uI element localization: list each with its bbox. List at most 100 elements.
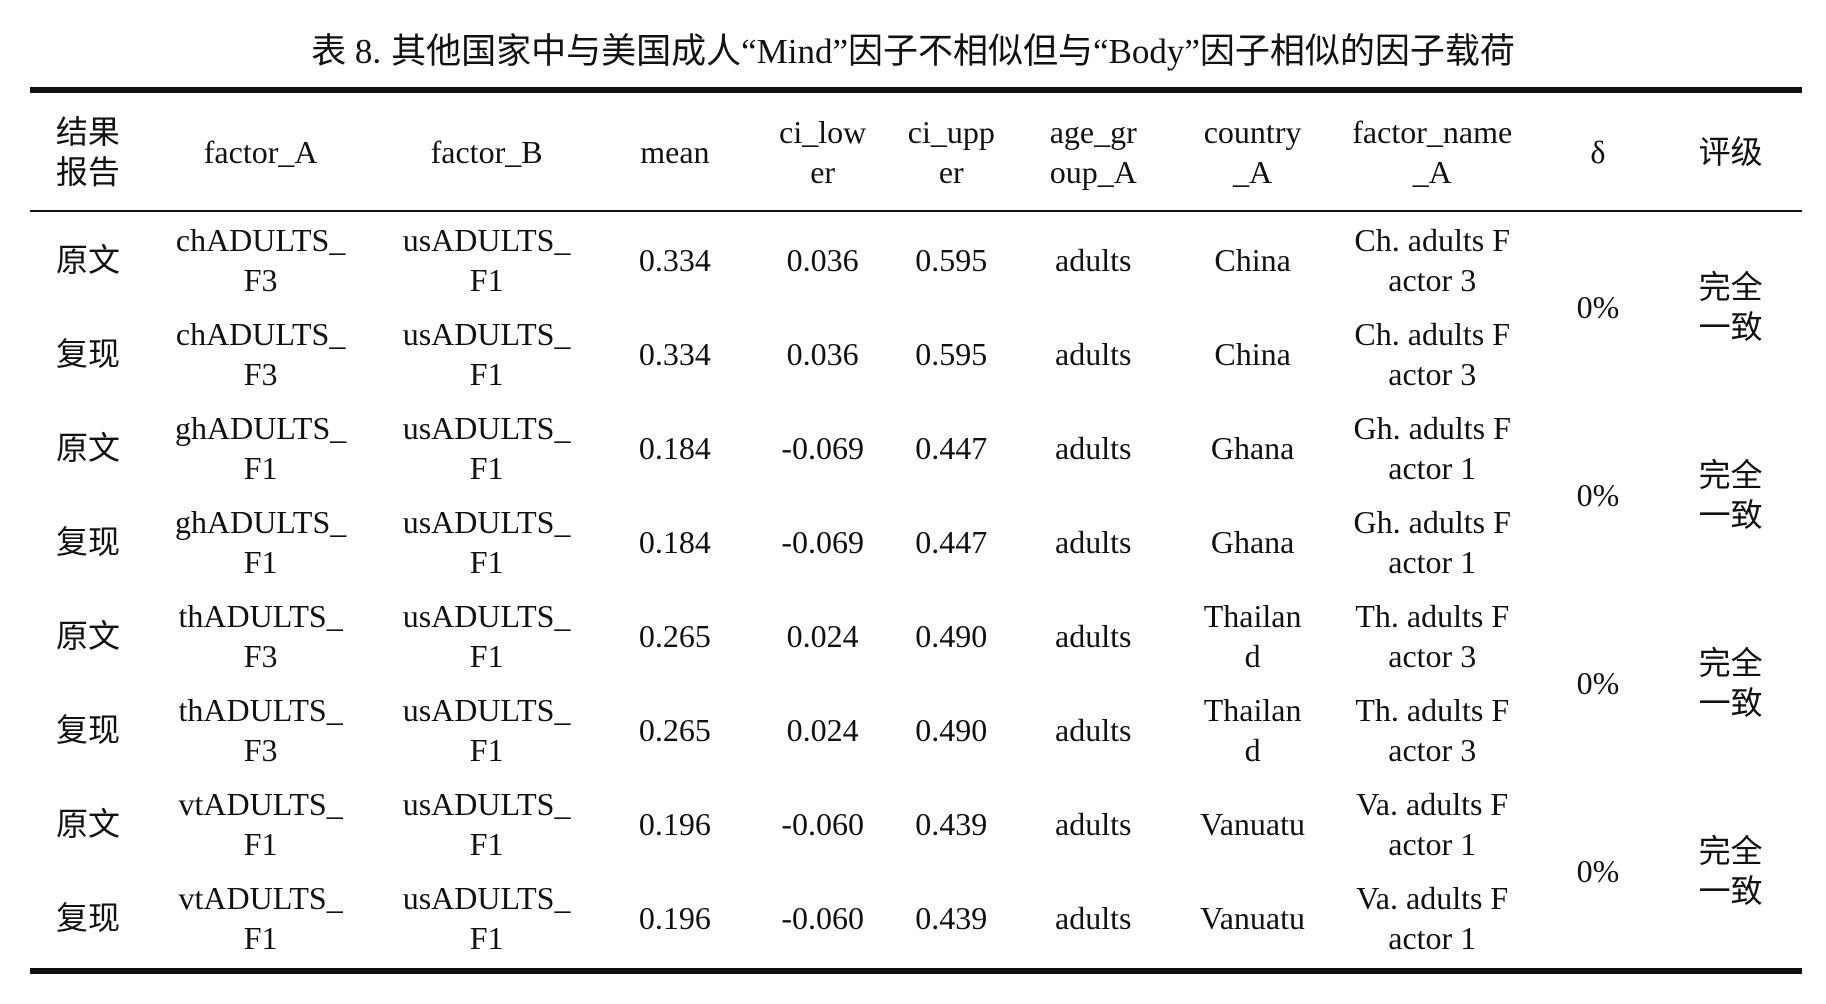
- cell-ci-lower: -0.060: [781, 806, 864, 842]
- col-header-age-group: age_group_A: [1049, 113, 1137, 190]
- cell-delta: 0%: [1576, 289, 1620, 325]
- table-row: 原文 thADULTS_F3 usADULTS_F1 0.265 0.024 0…: [30, 589, 1802, 721]
- cell-ci-upper: 0.595: [915, 336, 988, 372]
- cell-mean: 0.184: [638, 524, 711, 560]
- cell-rating: 完全一致: [1698, 645, 1763, 721]
- cell-factor-a: vtADULTS_F1: [178, 786, 343, 862]
- table-caption: 表 8. 其他国家中与美国成人“Mind”因子不相似但与“Body”因子相似的因子…: [0, 30, 1826, 74]
- cell-ci-upper: 0.490: [915, 618, 988, 654]
- cell-ci-lower: 0.024: [786, 712, 859, 748]
- cell-factor-b: usADULTS_F1: [402, 880, 571, 956]
- col-header-ci-lower: ci_lower: [779, 113, 867, 190]
- cell-report: 复现: [55, 336, 120, 372]
- cell-age-group: adults: [1055, 242, 1132, 278]
- cell-mean: 0.196: [638, 806, 711, 842]
- caption-text: 其他国家中与美国成人“Mind”因子不相似但与“Body”因子相似的因子载荷: [391, 32, 1515, 71]
- table-row: 复现 ghADULTS_F1 usADULTS_F1 0.184 -0.069 …: [30, 495, 1802, 589]
- cell-delta: 0%: [1576, 853, 1620, 889]
- cell-age-group: adults: [1055, 900, 1132, 936]
- cell-age-group: adults: [1055, 618, 1132, 654]
- cell-mean: 0.265: [638, 618, 711, 654]
- cell-rating: 完全一致: [1698, 269, 1763, 345]
- results-table: 结果报告 factor_A factor_B mean ci_lower ci_…: [30, 93, 1802, 965]
- cell-factor-b: usADULTS_F1: [402, 504, 571, 580]
- cell-mean: 0.196: [638, 900, 711, 936]
- cell-report: 原文: [55, 430, 120, 466]
- cell-ci-upper: 0.439: [915, 900, 988, 936]
- cell-country: Vanuatu: [1200, 900, 1306, 936]
- cell-factor-name: Gh. adults Factor 1: [1353, 504, 1511, 580]
- cell-report: 复现: [55, 712, 120, 748]
- col-header-ci-upper: ci_upper: [907, 113, 995, 190]
- cell-delta: 0%: [1576, 477, 1620, 513]
- cell-report: 复现: [55, 524, 120, 560]
- cell-ci-upper: 0.490: [915, 712, 988, 748]
- table-row: 复现 vtADULTS_F1 usADULTS_F1 0.196 -0.060 …: [30, 871, 1802, 965]
- cell-factor-b: usADULTS_F1: [402, 316, 571, 392]
- cell-country: Ghana: [1210, 430, 1295, 466]
- cell-mean: 0.334: [638, 242, 711, 278]
- cell-country: Vanuatu: [1200, 806, 1306, 842]
- cell-factor-a: vtADULTS_F1: [178, 880, 343, 956]
- header-row: 结果报告 factor_A factor_B mean ci_lower ci_…: [30, 93, 1802, 210]
- cell-factor-name: Va. adults Factor 1: [1356, 880, 1509, 956]
- cell-ci-lower: 0.036: [786, 336, 859, 372]
- cell-mean: 0.334: [638, 336, 711, 372]
- cell-factor-name: Gh. adults Factor 1: [1353, 410, 1511, 486]
- cell-factor-name: Ch. adults Factor 3: [1354, 316, 1510, 392]
- cell-factor-b: usADULTS_F1: [402, 692, 571, 768]
- cell-ci-upper: 0.447: [915, 524, 988, 560]
- cell-factor-b: usADULTS_F1: [402, 222, 571, 298]
- caption-number: 表 8.: [311, 32, 382, 71]
- cell-report: 原文: [55, 618, 120, 654]
- cell-factor-a: thADULTS_F3: [178, 598, 343, 674]
- table-row: 原文 ghADULTS_F1 usADULTS_F1 0.184 -0.069 …: [30, 401, 1802, 533]
- col-header-delta: δ: [1590, 133, 1606, 170]
- col-header-factor-name: factor_name_A: [1352, 113, 1513, 190]
- cell-factor-a: ghADULTS_F1: [174, 410, 347, 486]
- cell-ci-upper: 0.595: [915, 242, 988, 278]
- cell-age-group: adults: [1055, 524, 1132, 560]
- cell-factor-a: ghADULTS_F1: [174, 504, 347, 580]
- cell-country: Thailand: [1203, 692, 1302, 768]
- col-header-factor-a: factor_A: [203, 133, 318, 170]
- cell-country: China: [1214, 242, 1291, 278]
- col-header-mean: mean: [640, 133, 710, 170]
- table-row: 原文 chADULTS_F3 usADULTS_F1 0.334 0.036 0…: [30, 213, 1802, 345]
- cell-ci-lower: 0.036: [786, 242, 859, 278]
- table-row: 复现 chADULTS_F3 usADULTS_F1 0.334 0.036 0…: [30, 307, 1802, 401]
- cell-factor-a: chADULTS_F3: [175, 222, 346, 298]
- cell-country: Thailand: [1203, 598, 1302, 674]
- cell-mean: 0.265: [638, 712, 711, 748]
- col-header-rating: 评级: [1698, 133, 1763, 170]
- cell-delta: 0%: [1576, 665, 1620, 701]
- cell-factor-name: Va. adults Factor 1: [1356, 786, 1509, 862]
- cell-ci-upper: 0.439: [915, 806, 988, 842]
- cell-report: 复现: [55, 900, 120, 936]
- cell-rating: 完全一致: [1698, 833, 1763, 909]
- cell-age-group: adults: [1055, 712, 1132, 748]
- cell-age-group: adults: [1055, 336, 1132, 372]
- cell-factor-b: usADULTS_F1: [402, 598, 571, 674]
- cell-factor-a: chADULTS_F3: [175, 316, 346, 392]
- cell-factor-a: thADULTS_F3: [178, 692, 343, 768]
- cell-ci-lower: -0.069: [781, 430, 864, 466]
- table-row: 复现 thADULTS_F3 usADULTS_F1 0.265 0.024 0…: [30, 683, 1802, 777]
- cell-ci-lower: 0.024: [786, 618, 859, 654]
- cell-rating: 完全一致: [1698, 457, 1763, 533]
- col-header-report: 结果报告: [55, 113, 120, 190]
- cell-ci-lower: -0.069: [781, 524, 864, 560]
- cell-age-group: adults: [1055, 806, 1132, 842]
- cell-ci-lower: -0.060: [781, 900, 864, 936]
- col-header-factor-b: factor_B: [430, 133, 543, 170]
- cell-report: 原文: [55, 806, 120, 842]
- cell-factor-name: Th. adults Factor 3: [1355, 692, 1510, 768]
- cell-factor-b: usADULTS_F1: [402, 786, 571, 862]
- cell-factor-b: usADULTS_F1: [402, 410, 571, 486]
- cell-country: Ghana: [1210, 524, 1295, 560]
- cell-mean: 0.184: [638, 430, 711, 466]
- cell-factor-name: Ch. adults Factor 3: [1354, 222, 1510, 298]
- cell-factor-name: Th. adults Factor 3: [1355, 598, 1510, 674]
- table-row: 原文 vtADULTS_F1 usADULTS_F1 0.196 -0.060 …: [30, 777, 1802, 909]
- col-header-country: country_A: [1203, 113, 1302, 190]
